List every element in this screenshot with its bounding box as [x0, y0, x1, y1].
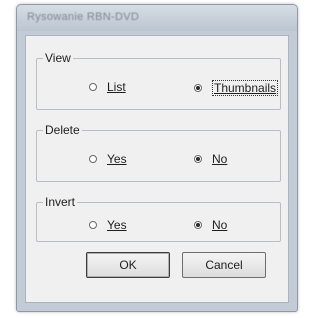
- radio-indicator[interactable]: [194, 155, 202, 163]
- radio-indicator[interactable]: [89, 221, 97, 229]
- invert-group: Invert Yes No: [36, 195, 281, 242]
- delete-no-radio[interactable]: No: [194, 152, 227, 166]
- view-group: View List Thumbnails: [36, 51, 281, 110]
- window-title: Rysowanie RBN-DVD: [27, 11, 140, 23]
- delete-group-label: Delete: [43, 123, 82, 137]
- delete-no-label[interactable]: No: [212, 152, 227, 166]
- view-thumbnails-radio[interactable]: Thumbnails: [194, 80, 279, 96]
- title-bar[interactable]: Rysowanie RBN-DVD: [17, 5, 297, 31]
- view-group-label: View: [43, 51, 73, 65]
- ok-button[interactable]: OK: [86, 252, 170, 278]
- invert-no-radio[interactable]: No: [194, 218, 227, 232]
- delete-yes-label[interactable]: Yes: [107, 152, 127, 166]
- radio-indicator[interactable]: [89, 83, 97, 91]
- invert-no-label[interactable]: No: [212, 218, 227, 232]
- delete-group: Delete Yes No: [36, 123, 281, 182]
- delete-yes-radio[interactable]: Yes: [89, 152, 127, 166]
- invert-yes-label[interactable]: Yes: [107, 218, 127, 232]
- view-thumbnails-label[interactable]: Thumbnails: [212, 80, 279, 96]
- dialog-body: View List Thumbnails Delete Yes No Inver…: [25, 35, 289, 303]
- invert-yes-radio[interactable]: Yes: [89, 218, 127, 232]
- view-list-label[interactable]: List: [107, 80, 126, 94]
- radio-indicator[interactable]: [89, 155, 97, 163]
- invert-group-label: Invert: [43, 195, 78, 209]
- radio-indicator[interactable]: [194, 84, 202, 92]
- cancel-button[interactable]: Cancel: [182, 252, 266, 278]
- dialog-window: Rysowanie RBN-DVD View List Thumbnails D…: [16, 4, 298, 312]
- view-list-radio[interactable]: List: [89, 80, 126, 94]
- radio-indicator[interactable]: [194, 221, 202, 229]
